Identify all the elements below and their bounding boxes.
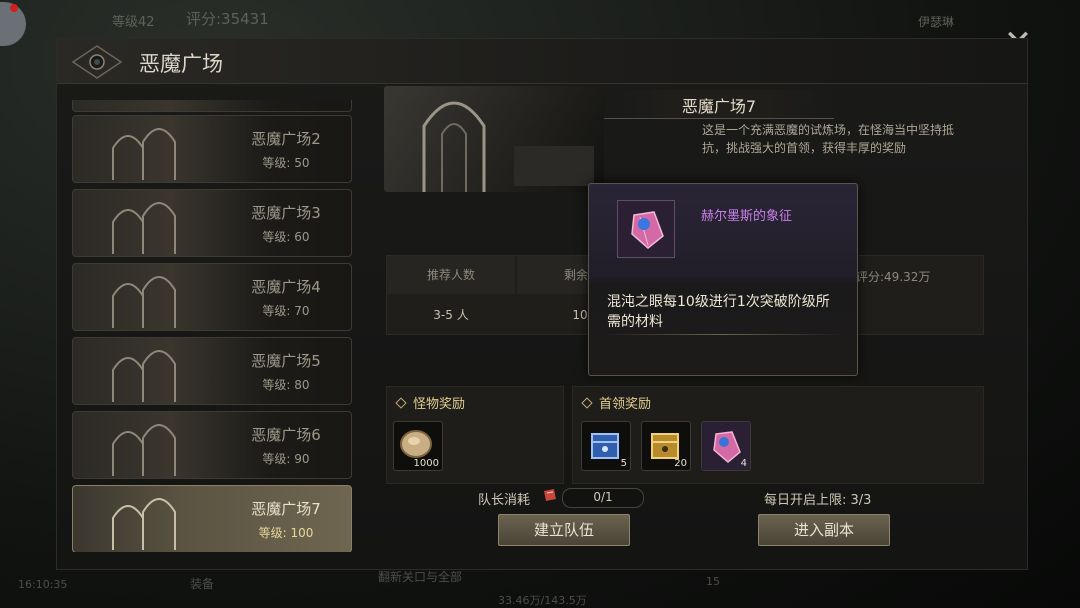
stage-level: 等级: 80	[262, 378, 310, 392]
enter-dungeon-button[interactable]: 进入副本	[758, 514, 890, 546]
clock-text: 16:10:35	[18, 578, 68, 591]
stage-name: 恶魔广场5	[251, 352, 321, 370]
tooltip-item-name: 赫尔墨斯的象征	[701, 209, 793, 224]
stage-card[interactable]: 恶魔广场2 等级: 50	[72, 115, 352, 183]
stage-level: 等级: 90	[262, 452, 310, 466]
monster-reward-box: 怪物奖励 1000	[386, 386, 564, 484]
stage-card-selected[interactable]: 恶魔广场7 等级: 100	[72, 485, 352, 552]
table-cell: 3-5 人	[433, 308, 469, 322]
item-count: 20	[674, 458, 687, 469]
stage-title: 恶魔广场7	[681, 97, 757, 116]
player-score: 评分:35431	[186, 10, 269, 28]
stage-description: 这是一个充满恶魔的试炼场，在怪海当中坚持抵抗，挑战强大的首领，获得丰厚的奖励	[702, 123, 955, 155]
preview-arches	[422, 101, 594, 192]
arch-icon	[112, 498, 176, 550]
bottom-hud: 16:10:35 装备 翻新关口与全部 15 33.46万/143.5万	[0, 570, 1080, 608]
stage-card[interactable]: 恶魔广场4 等级: 70	[72, 263, 352, 331]
item-count: 1000	[413, 458, 439, 469]
stage-name: 恶魔广场6	[251, 426, 321, 444]
tooltip-item-slot	[617, 200, 675, 258]
leader-cost-value: 0/1	[593, 490, 613, 504]
diamond-icon	[581, 397, 593, 409]
arch-icon	[112, 424, 176, 476]
ticket-icon	[544, 489, 556, 501]
player-level: 等级42	[112, 15, 155, 30]
player-name: 伊瑟琳	[918, 15, 955, 29]
stage-level: 等级: 60	[262, 230, 310, 244]
stage-level: 等级: 50	[262, 156, 310, 170]
reward-title: 首领奖励	[599, 397, 652, 412]
page-title: 恶魔广场	[139, 52, 223, 76]
divider	[603, 334, 843, 335]
item-count: 5	[620, 458, 627, 469]
stage-list[interactable]: 恶魔广场2 等级: 50 恶魔广场3 等级: 60 恶魔广场4 等级: 70 恶…	[72, 100, 352, 552]
tooltip-description: 混沌之眼每10级进行1次突破阶级所需的材料	[607, 294, 830, 330]
stage-card-partial	[72, 100, 352, 112]
crystal-icon	[618, 201, 674, 257]
stage-name: 恶魔广场7	[251, 500, 321, 518]
stage-card[interactable]: 恶魔广场3 等级: 60	[72, 189, 352, 257]
hud-topbar: 等级42 评分:35431 伊瑟琳	[0, 0, 1080, 46]
bottom-number: 15	[706, 575, 720, 588]
bottom-tab-text: 装备	[190, 577, 215, 591]
arch-icon	[112, 276, 176, 328]
stage-card[interactable]: 恶魔广场6 等级: 90	[72, 411, 352, 479]
item-tooltip: 赫尔墨斯的象征 混沌之眼每10级进行1次突破阶级所需的材料	[588, 183, 858, 376]
stage-level: 等级: 100	[258, 526, 314, 540]
panel-header: 恶魔广场	[57, 39, 1027, 84]
stage-name: 恶魔广场3	[251, 204, 321, 222]
daily-limit: 每日开启上限: 3/3	[764, 493, 872, 508]
exp-text: 33.46万/143.5万	[498, 594, 587, 607]
avatar[interactable]	[0, 2, 26, 46]
reward-slot[interactable]: 1000	[393, 421, 443, 471]
reward-slot[interactable]: 4	[701, 421, 751, 471]
chat-text: 翻新关口与全部	[378, 570, 463, 584]
arch-icon	[112, 350, 176, 402]
arch-icon	[112, 128, 176, 180]
boss-reward-box: 首领奖励 5 20 4	[572, 386, 984, 484]
diamond-icon	[395, 397, 407, 409]
leader-cost-bar: 0/1	[562, 488, 644, 508]
reward-slot[interactable]: 20	[641, 421, 691, 471]
stage-title-bar: 恶魔广场7	[604, 90, 834, 119]
emblem-icon	[71, 45, 123, 79]
reward-title: 怪物奖励	[413, 397, 466, 412]
stage-preview-image	[384, 86, 604, 192]
reward-slot[interactable]: 5	[581, 421, 631, 471]
create-team-button[interactable]: 建立队伍	[498, 514, 630, 546]
stage-card[interactable]: 恶魔广场5 等级: 80	[72, 337, 352, 405]
leader-cost-label: 队长消耗	[478, 493, 531, 508]
notification-dot	[10, 4, 18, 12]
stage-level: 等级: 70	[262, 304, 310, 318]
stage-name: 恶魔广场2	[251, 130, 321, 148]
arch-icon	[112, 202, 176, 254]
table-header: 推荐人数	[387, 256, 515, 294]
stage-name: 恶魔广场4	[251, 278, 321, 296]
recommended-score: 评分:49.32万	[856, 270, 931, 284]
item-count: 4	[740, 458, 747, 469]
